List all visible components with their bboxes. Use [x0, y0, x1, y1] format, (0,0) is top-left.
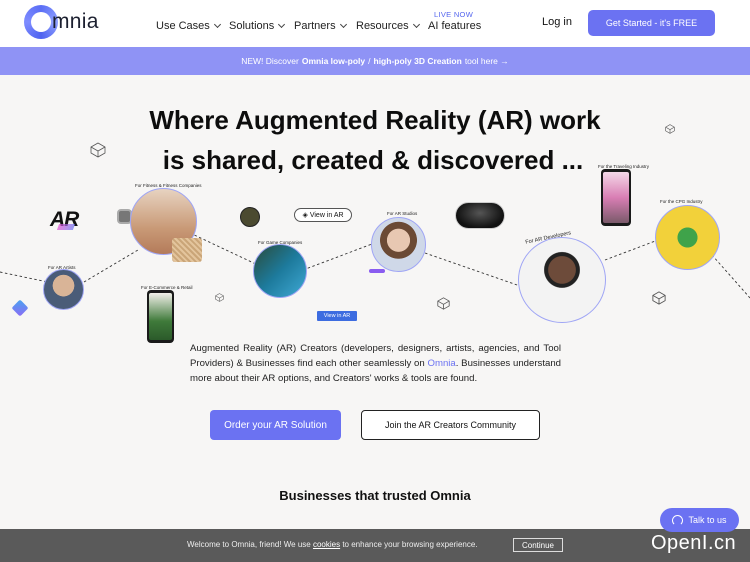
- view-in-ar-small[interactable]: View in AR: [317, 311, 357, 321]
- talk-to-us-label: Talk to us: [688, 515, 727, 525]
- phone-ecommerce: [147, 290, 174, 343]
- label-ar-studios: For AR Studios: [387, 211, 418, 216]
- watermark: OpenI.cn: [651, 532, 737, 554]
- talk-to-us-button[interactable]: Talk to us: [660, 508, 739, 532]
- avatar-cpg: [655, 205, 720, 270]
- view-in-ar-label: View in AR: [309, 211, 344, 219]
- ar-text-accent: [56, 224, 76, 230]
- cookie-text-after: to enhance your browsing experience.: [340, 540, 478, 549]
- cube-icon: [652, 291, 666, 305]
- badge-icon: [240, 207, 260, 227]
- avatar-game: [253, 244, 307, 298]
- phone-travel: [601, 169, 631, 226]
- basket-graphic: [172, 238, 202, 262]
- cube-icon: ◈: [302, 212, 308, 219]
- cube-icon: [90, 142, 106, 158]
- cookie-continue-button[interactable]: Continue: [513, 538, 563, 552]
- trusted-section-title: Businesses that trusted Omnia: [279, 488, 471, 503]
- cube-icon: [215, 293, 224, 302]
- view-in-ar-pill[interactable]: ◈ View in AR: [294, 208, 352, 222]
- avatar-ar-studio: [371, 217, 426, 272]
- tag-icon: [369, 269, 385, 273]
- order-ar-solution-button[interactable]: Order your AR Solution: [210, 410, 341, 440]
- label-cpg: For the CPG Industry: [660, 199, 703, 204]
- cookies-link[interactable]: cookies: [313, 540, 340, 549]
- cube-icon: [437, 297, 450, 310]
- cookie-text: Welcome to Omnia, friend! We use cookies…: [187, 540, 478, 549]
- label-fitness: For Fitness & Fitness Companies: [135, 183, 202, 188]
- omnia-link[interactable]: Omnia: [427, 358, 455, 369]
- cookie-bar: Welcome to Omnia, friend! We use cookies…: [0, 529, 750, 562]
- headset-icon: [672, 514, 684, 526]
- avatar-ar-developer: [518, 237, 606, 323]
- hero-description: Augmented Reality (AR) Creators (develop…: [190, 341, 561, 386]
- cookie-text-before: Welcome to Omnia, friend! We use: [187, 540, 313, 549]
- cube-icon: [665, 124, 675, 134]
- vr-headset-graphic: [455, 202, 505, 229]
- avatar-ar-artist: [43, 269, 84, 310]
- connection-lines: [0, 232, 750, 299]
- join-community-button[interactable]: Join the AR Creators Community: [361, 410, 540, 440]
